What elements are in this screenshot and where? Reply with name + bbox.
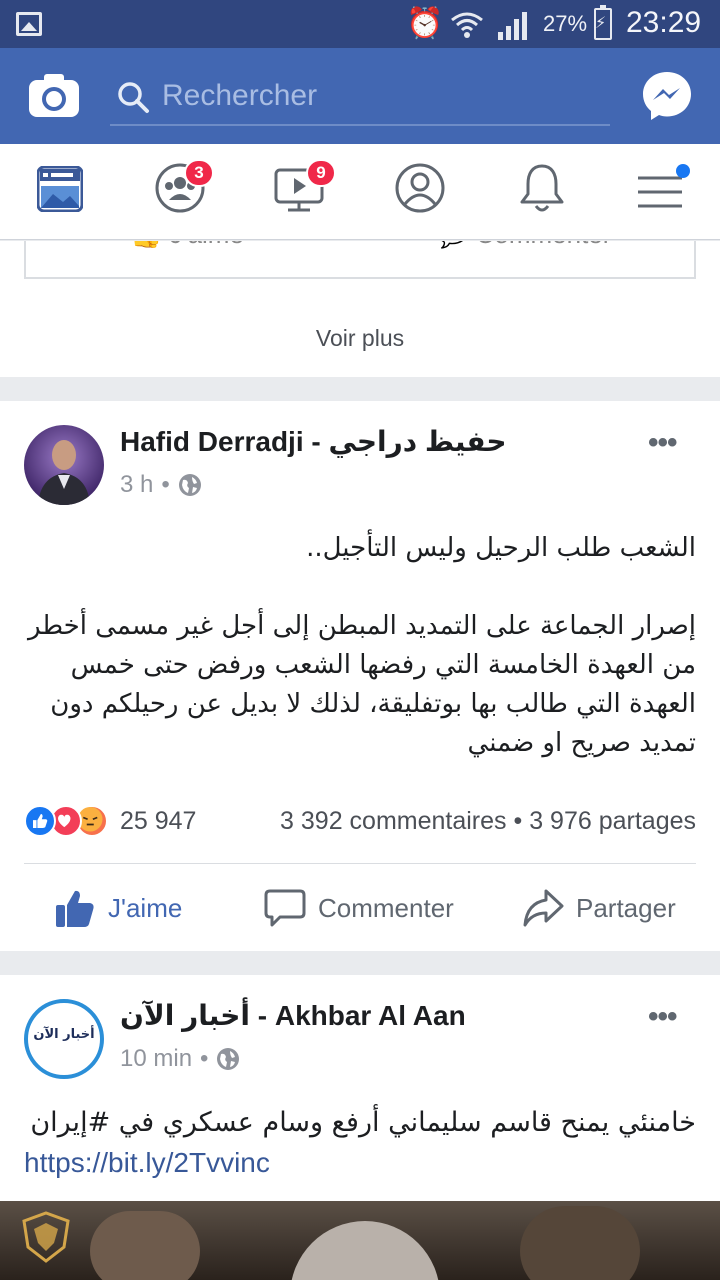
battery-charging-icon	[594, 5, 612, 40]
messenger-icon[interactable]	[641, 70, 693, 122]
previous-post-actions: 👍 J'aime 💬 Commenter	[24, 241, 696, 279]
prev-like-button[interactable]: 👍 J'aime	[130, 241, 244, 250]
avatar[interactable]	[24, 425, 104, 505]
clock: 23:29	[626, 6, 702, 39]
meta-separator: •	[161, 471, 170, 498]
tab-watch[interactable]: 9	[274, 159, 336, 222]
post-meta: 10 min •	[120, 1045, 240, 1073]
share-label: Partager	[576, 892, 676, 923]
post-image[interactable]	[0, 1201, 720, 1280]
like-button[interactable]: J'aime	[54, 887, 182, 929]
watermark-logo	[22, 1211, 70, 1263]
news-feed-icon	[37, 166, 83, 212]
more-options-button[interactable]: •••	[648, 1002, 677, 1032]
comments-shares-count[interactable]: 3 392 commentaires • 3 976 partages	[280, 807, 696, 836]
share-icon	[523, 889, 564, 927]
tab-notifications[interactable]	[518, 162, 578, 222]
comment-label: Commenter	[318, 892, 454, 923]
tab-menu[interactable]	[636, 162, 696, 222]
alarm-icon: ⏰	[406, 6, 444, 41]
post-author[interactable]: Hafid Derradji - حفيظ دراجي	[120, 425, 507, 458]
avatar-logo-text: أخبار الآن	[33, 1027, 95, 1042]
battery-percent: 27%	[543, 11, 588, 36]
previous-post-footer: 👍 J'aime 💬 Commenter Voir plus	[0, 241, 720, 377]
reactions-summary[interactable]: 25 947 3 392 commentaires • 3 976 partag…	[24, 803, 696, 839]
top-bar	[0, 48, 720, 144]
globe-icon	[217, 1048, 240, 1070]
prev-like-label: J'aime	[170, 241, 244, 249]
see-more-link[interactable]: Voir plus	[0, 325, 720, 352]
tab-groups[interactable]: 3	[154, 159, 214, 222]
more-options-button[interactable]: •••	[648, 428, 677, 458]
post-text: خامنئي يمنح قاسم سليماني أرفع وسام عسكري…	[30, 1107, 696, 1138]
status-bar: ⏰ 27% 23:29	[0, 0, 720, 48]
post-text: الشعب طلب الرحيل وليس التأجيل.. إصرار ال…	[27, 533, 696, 758]
author-photo	[24, 425, 104, 505]
divider	[24, 863, 696, 864]
post-author[interactable]: أخبار الآن - Akhbar Al Aan	[120, 999, 466, 1032]
search-bar[interactable]	[110, 72, 610, 126]
like-reaction-icon	[24, 805, 56, 837]
comment-button[interactable]: Commenter	[264, 887, 454, 929]
signal-icon	[498, 12, 527, 40]
like-label: J'aime	[108, 892, 183, 923]
avatar[interactable]: أخبار الآن	[24, 999, 104, 1079]
post-meta: 3 h •	[120, 471, 202, 499]
share-count: 3 976 partages	[529, 806, 696, 835]
prev-comment-button[interactable]: 💬 Commenter	[436, 241, 611, 250]
post-card: Hafid Derradji - حفيظ دراجي 3 h • ••• ال…	[0, 401, 720, 951]
post-link[interactable]: https://bit.ly/2Tvvinc	[24, 1147, 270, 1179]
watch-badge: 9	[306, 159, 336, 187]
post-actions: J'aime Commenter Partager	[0, 867, 720, 951]
navigation-bar: 3 9	[0, 144, 720, 240]
prev-comment-label: Commenter	[476, 241, 612, 249]
tab-profile[interactable]	[394, 162, 454, 222]
post-card: أخبار الآن أخبار الآن - Akhbar Al Aan 10…	[0, 975, 720, 1280]
post-timestamp[interactable]: 10 min	[120, 1045, 192, 1073]
globe-icon	[178, 474, 201, 496]
camera-icon[interactable]	[28, 72, 80, 118]
share-button[interactable]: Partager	[522, 887, 676, 929]
comment-count: 3 392 commentaires	[280, 806, 507, 835]
tab-news-feed[interactable]	[37, 162, 97, 222]
reaction-count: 25 947	[120, 806, 197, 835]
groups-badge: 3	[184, 159, 214, 187]
menu-notification-dot	[676, 164, 690, 178]
gallery-icon	[16, 12, 42, 36]
search-icon	[118, 82, 149, 113]
thumbs-up-icon	[56, 890, 94, 927]
search-input[interactable]	[162, 76, 602, 116]
bell-icon	[520, 164, 564, 212]
profile-icon	[395, 163, 445, 213]
post-timestamp[interactable]: 3 h	[120, 471, 153, 499]
wifi-icon	[451, 12, 483, 38]
meta-separator: •	[200, 1045, 209, 1072]
comment-icon	[264, 889, 306, 927]
